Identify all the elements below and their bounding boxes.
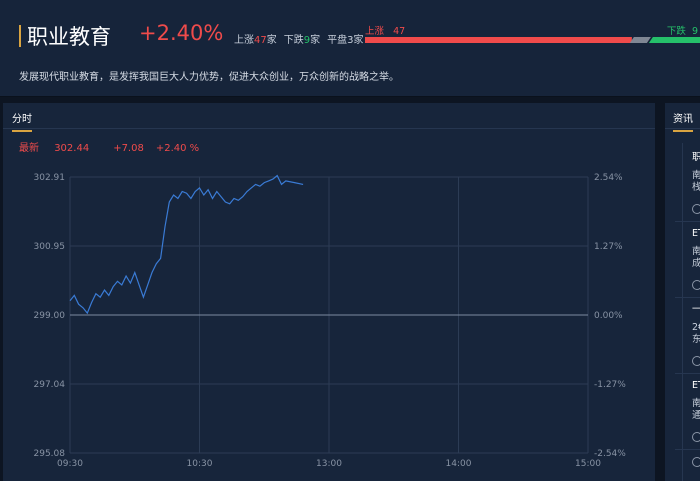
clock-icon — [692, 280, 700, 290]
sector-title: 职业教育 — [27, 25, 111, 49]
title-accent-bar — [19, 25, 21, 47]
y-tick-label-left: 302.91 — [34, 173, 66, 183]
y-tick-label-right: 2.54% — [594, 173, 623, 183]
stat-flat-label: 平盘 — [327, 35, 348, 46]
y-tick-label-right: -1.27% — [594, 380, 626, 390]
stat-down-unit: 家 — [310, 35, 321, 46]
breadth-flat-segment — [629, 37, 651, 43]
stat-up-value: 47 — [254, 35, 267, 46]
y-tick-label-left: 300.95 — [34, 242, 66, 252]
news-divider — [675, 449, 700, 450]
x-tick-label: 09:30 — [57, 459, 83, 469]
sector-description: 发展现代职业教育，是发挥我国巨大人力优势，促进大众创业，万众创新的战略之举。 — [19, 72, 399, 83]
y-tick-label-right: -2.54% — [594, 449, 626, 459]
y-tick-label-left: 299.00 — [34, 311, 66, 321]
price-line — [69, 174, 304, 315]
clock-icon — [692, 204, 700, 214]
news-item[interactable]: 职 南 栈 — [692, 152, 700, 194]
x-tick-label: 13:00 — [316, 459, 342, 469]
breadth-up-segment — [365, 37, 632, 43]
x-tick-label: 14:00 — [446, 459, 472, 469]
stat-down-label: 下跌 — [283, 35, 304, 46]
intraday-panel: 分时 最新 302.44 +7.08 +2.40 % 302.91 300.95 299… — [3, 103, 655, 481]
news-item[interactable]: 一 2€ 东 — [692, 304, 700, 346]
x-tick-label: 10:30 — [187, 459, 213, 469]
news-divider — [675, 373, 700, 374]
clock-icon — [692, 356, 700, 366]
sector-header: 职业教育 +2.40% 上涨47家 下跌9家 平盘3家 上涨 47 下跌 9 发展现… — [0, 0, 700, 97]
sector-change-pct: +2.40% — [139, 21, 224, 45]
y-tick-label-right: 0.00% — [594, 311, 623, 321]
stat-up-unit: 家 — [266, 35, 277, 46]
y-tick-label-left: 297.04 — [34, 380, 66, 390]
breadth-stats: 上涨47家 下跌9家 平盘3家 — [234, 31, 363, 46]
breadth-up-caption: 上涨 47 — [365, 26, 406, 37]
y-tick-label-left: 295.08 — [34, 449, 66, 459]
clock-icon — [692, 432, 700, 442]
stat-up-label: 上涨 — [234, 35, 254, 46]
breadth-bar — [365, 37, 700, 43]
y-tick-label-right: 1.27% — [594, 242, 623, 252]
news-item[interactable]: ET 南 成 — [692, 228, 700, 270]
news-divider — [675, 297, 700, 298]
intraday-chart[interactable]: 302.91 300.95 299.00 297.04 295.08 2.54% 1.27%… — [3, 103, 655, 481]
news-panel: 资讯 职 南 栈 ET 南 成 一 2€ 东 ET 南 通 — [665, 103, 700, 481]
breadth-down-segment — [648, 37, 700, 43]
stat-flat-unit: 家 — [353, 35, 364, 46]
clock-icon — [692, 457, 700, 467]
news-timeline — [682, 143, 683, 481]
x-tick-label: 15:00 — [575, 459, 601, 469]
breadth-bar-labels: 上涨 47 下跌 9 — [365, 23, 700, 37]
news-item[interactable]: ET 南 通 — [692, 380, 700, 422]
news-divider — [675, 221, 700, 222]
news-tabbar: 资讯 — [665, 103, 700, 132]
breadth-down-caption: 下跌 9 — [666, 26, 698, 37]
tab-news[interactable]: 资讯 — [673, 110, 693, 132]
